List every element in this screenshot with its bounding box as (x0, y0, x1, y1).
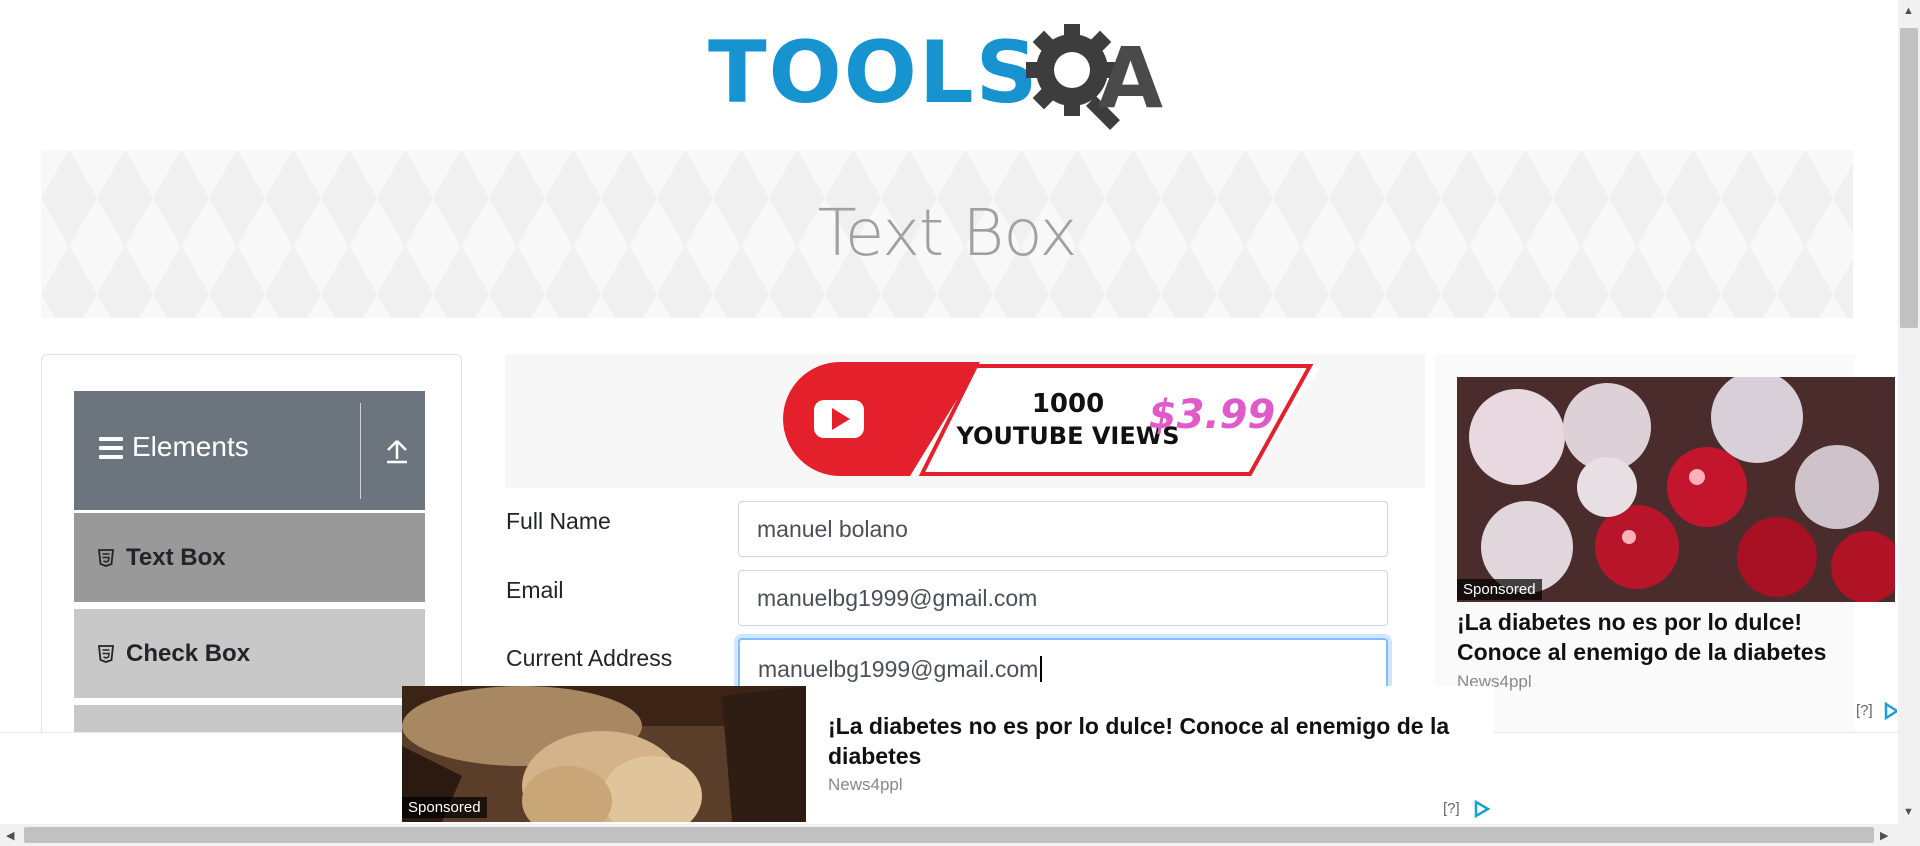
full-name-value: manuel bolano (757, 515, 908, 542)
toolsqa-logo[interactable]: TOOLS A (708, 22, 1192, 134)
sponsored-badge: Sponsored (1457, 579, 1542, 600)
ad-help-link[interactable]: [?] (1443, 800, 1460, 817)
scroll-left-arrow-icon[interactable]: ◀ (6, 829, 14, 842)
html5-icon (98, 548, 114, 567)
ad-help-link[interactable]: [?] (1856, 702, 1873, 719)
sidebar-group-title: Elements (132, 431, 249, 462)
ad-price: $3.99 (1149, 392, 1276, 438)
sidebar-item-label: Text Box (126, 543, 226, 571)
current-address-value: manuelbg1999@gmail.com (758, 656, 1039, 682)
divider (360, 403, 361, 499)
adchoices-icon[interactable] (1472, 800, 1492, 818)
ad-source: News4ppl (828, 775, 903, 794)
page-banner: Text Box (41, 150, 1853, 318)
ad-title[interactable]: ¡La diabetes no es por lo dulce! Conoce … (1457, 607, 1857, 667)
logo-text: TOOLS (708, 23, 1040, 123)
sponsored-badge: Sponsored (402, 797, 487, 818)
ad-title[interactable]: ¡La diabetes no es por lo dulce! Conoce … (828, 711, 1488, 771)
scroll-right-arrow-icon[interactable]: ▶ (1880, 829, 1888, 842)
horizontal-scroll-thumb[interactable] (24, 827, 1874, 843)
ad-image-cherries[interactable] (1457, 377, 1895, 602)
youtube-views-ad[interactable]: 1000 YOUTUBE VIEWS $3.99 (780, 358, 1320, 482)
full-name-label: Full Name (506, 508, 611, 534)
sidebar-item-text-box[interactable]: Text Box (74, 510, 425, 602)
sidebar-item-label: Check Box (126, 639, 251, 667)
logo-suffix: A (1098, 29, 1164, 127)
ad-line2: YOUTUBE VIEWS (956, 422, 1180, 450)
scroll-down-arrow-icon[interactable]: ▼ (1903, 806, 1914, 818)
full-name-input[interactable]: manuel bolano (738, 501, 1388, 557)
scroll-up-arrow-icon[interactable]: ▲ (1903, 5, 1914, 17)
email-value: manuelbg1999@gmail.com (757, 584, 1038, 611)
email-label: Email (506, 577, 564, 603)
current-address-label: Current Address (506, 645, 673, 671)
email-input[interactable]: manuelbg1999@gmail.com (738, 570, 1388, 626)
hamburger-icon (99, 437, 123, 464)
ad-line1: 1000 (1032, 389, 1104, 419)
scrollbar-corner (1898, 824, 1920, 846)
vertical-scroll-thumb[interactable] (1900, 28, 1918, 328)
page-title: Text Box (817, 197, 1078, 271)
sidebar-group-elements[interactable]: Elements (74, 391, 425, 510)
html5-icon (98, 644, 114, 663)
collapse-up-icon[interactable] (384, 437, 410, 465)
sidebar-item-check-box[interactable]: Check Box (74, 606, 425, 698)
adchoices-icon[interactable] (1883, 702, 1897, 720)
text-caret (1040, 656, 1043, 682)
